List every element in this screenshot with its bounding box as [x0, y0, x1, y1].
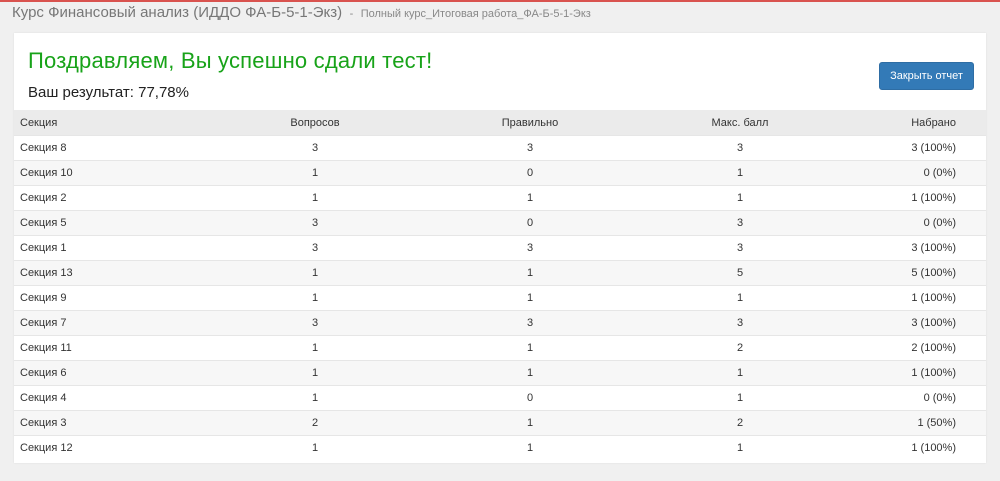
cell-scored: 3 (100%): [850, 235, 986, 261]
cell-section: Секция 1: [14, 235, 200, 261]
cell-max-score: 3: [630, 235, 850, 261]
cell-scored: 1 (50%): [850, 410, 986, 436]
table-row: Секция 9 1 1 1 1 (100%): [14, 285, 986, 311]
cell-section: Секция 6: [14, 360, 200, 386]
cell-questions: 1: [200, 335, 430, 361]
cell-section: Секция 4: [14, 385, 200, 411]
cell-correct: 0: [430, 385, 630, 411]
cell-questions: 1: [200, 285, 430, 311]
cell-max-score: 3: [630, 210, 850, 236]
results-table: Секция Вопросов Правильно Макс. балл Наб…: [14, 110, 986, 460]
cell-scored: 5 (100%): [850, 260, 986, 286]
congrats-message: Поздравляем, Вы успешно сдали тест!: [28, 48, 433, 73]
cell-questions: 1: [200, 260, 430, 286]
cell-max-score: 3: [630, 135, 850, 161]
cell-section: Секция 13: [14, 260, 200, 286]
cell-questions: 1: [200, 385, 430, 411]
cell-max-score: 2: [630, 335, 850, 361]
column-header-correct: Правильно: [430, 110, 630, 136]
cell-correct: 3: [430, 135, 630, 161]
cell-correct: 0: [430, 160, 630, 186]
table-row: Секция 2 1 1 1 1 (100%): [14, 185, 986, 211]
cell-correct: 1: [430, 360, 630, 386]
cell-correct: 1: [430, 185, 630, 211]
result-panel: Поздравляем, Вы успешно сдали тест! Ваш …: [14, 33, 986, 463]
cell-questions: 3: [200, 310, 430, 336]
cell-correct: 1: [430, 435, 630, 460]
cell-questions: 3: [200, 235, 430, 261]
cell-max-score: 3: [630, 310, 850, 336]
cell-section: Секция 7: [14, 310, 200, 336]
table-row: Секция 7 3 3 3 3 (100%): [14, 310, 986, 336]
cell-scored: 0 (0%): [850, 385, 986, 411]
table-row: Секция 3 2 1 2 1 (50%): [14, 410, 986, 436]
cell-scored: 0 (0%): [850, 160, 986, 186]
cell-section: Секция 2: [14, 185, 200, 211]
cell-max-score: 2: [630, 410, 850, 436]
cell-questions: 3: [200, 210, 430, 236]
table-row: Секция 8 3 3 3 3 (100%): [14, 135, 986, 161]
cell-section: Секция 12: [14, 435, 200, 460]
cell-max-score: 1: [630, 185, 850, 211]
cell-section: Секция 3: [14, 410, 200, 436]
page-header: Курс Финансовый анализ (ИДДО ФА-Б-5-1-Эк…: [12, 2, 591, 26]
table-row: Секция 1 3 3 3 3 (100%): [14, 235, 986, 261]
table-header-row: Секция Вопросов Правильно Макс. балл Наб…: [14, 110, 986, 136]
cell-section: Секция 10: [14, 160, 200, 186]
cell-section: Секция 8: [14, 135, 200, 161]
cell-correct: 1: [430, 285, 630, 311]
table-row: Секция 6 1 1 1 1 (100%): [14, 360, 986, 386]
cell-correct: 0: [430, 210, 630, 236]
cell-max-score: 1: [630, 385, 850, 411]
cell-scored: 0 (0%): [850, 210, 986, 236]
cell-questions: 1: [200, 160, 430, 186]
cell-questions: 1: [200, 185, 430, 211]
cell-scored: 1 (100%): [850, 285, 986, 311]
table-row: Секция 13 1 1 5 5 (100%): [14, 260, 986, 286]
cell-correct: 1: [430, 335, 630, 361]
column-header-questions: Вопросов: [200, 110, 430, 136]
cell-questions: 1: [200, 435, 430, 460]
header-separator: -: [349, 8, 354, 20]
score-text: Ваш результат: 77,78%: [28, 84, 189, 101]
close-report-button[interactable]: Закрыть отчет: [879, 62, 974, 90]
cell-max-score: 1: [630, 285, 850, 311]
cell-correct: 3: [430, 310, 630, 336]
course-title: Курс Финансовый анализ (ИДДО ФА-Б-5-1-Эк…: [12, 4, 343, 21]
cell-section: Секция 11: [14, 335, 200, 361]
table-row: Секция 12 1 1 1 1 (100%): [14, 435, 986, 460]
cell-scored: 3 (100%): [850, 310, 986, 336]
cell-correct: 1: [430, 260, 630, 286]
cell-questions: 3: [200, 135, 430, 161]
cell-section: Секция 9: [14, 285, 200, 311]
cell-scored: 3 (100%): [850, 135, 986, 161]
cell-scored: 2 (100%): [850, 335, 986, 361]
cell-max-score: 1: [630, 435, 850, 460]
cell-questions: 2: [200, 410, 430, 436]
column-header-section: Секция: [14, 110, 200, 136]
course-subtitle: Полный курс_Итоговая работа_ФА-Б-5-1-Экз: [360, 8, 591, 20]
cell-max-score: 5: [630, 260, 850, 286]
cell-correct: 1: [430, 410, 630, 436]
cell-correct: 3: [430, 235, 630, 261]
cell-max-score: 1: [630, 360, 850, 386]
table-row: Секция 5 3 0 3 0 (0%): [14, 210, 986, 236]
cell-scored: 1 (100%): [850, 185, 986, 211]
table-row: Секция 4 1 0 1 0 (0%): [14, 385, 986, 411]
column-header-max-score: Макс. балл: [630, 110, 850, 136]
cell-questions: 1: [200, 360, 430, 386]
table-row: Секция 11 1 1 2 2 (100%): [14, 335, 986, 361]
table-row: Секция 10 1 0 1 0 (0%): [14, 160, 986, 186]
cell-scored: 1 (100%): [850, 435, 986, 460]
column-header-scored: Набрано: [850, 110, 986, 136]
cell-scored: 1 (100%): [850, 360, 986, 386]
cell-max-score: 1: [630, 160, 850, 186]
cell-section: Секция 5: [14, 210, 200, 236]
